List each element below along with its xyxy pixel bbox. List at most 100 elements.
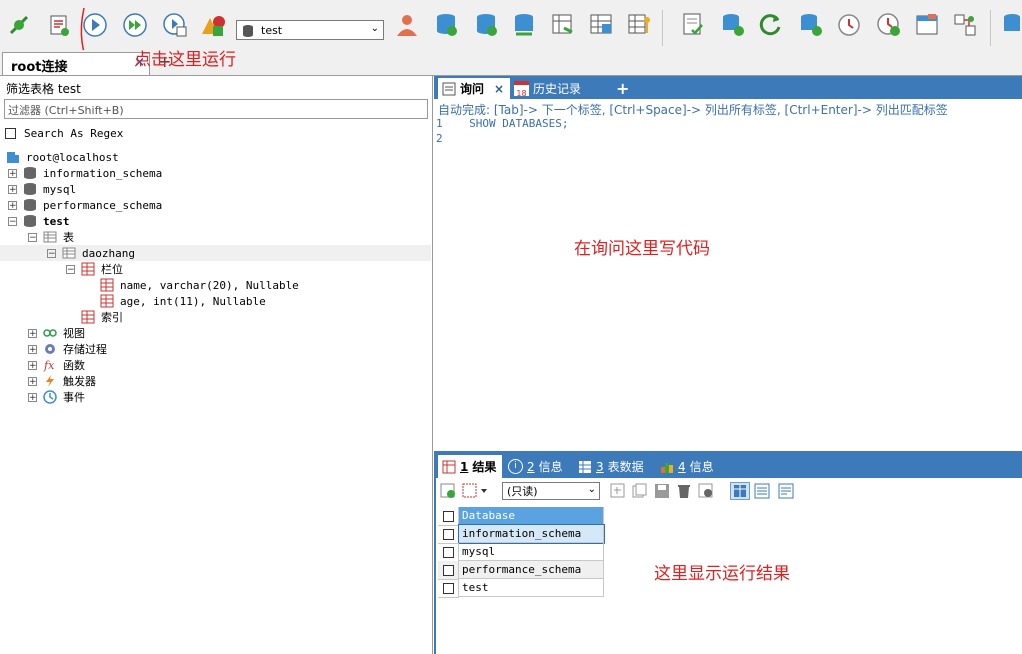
tree-columns[interactable]: − 栏位 xyxy=(66,261,123,277)
row-checkbox[interactable] xyxy=(438,561,459,580)
expand-icon[interactable]: + xyxy=(28,360,37,370)
close-icon[interactable]: × xyxy=(494,82,504,96)
table-cell[interactable]: mysql xyxy=(459,543,604,561)
tree-views[interactable]: + 视图 xyxy=(28,325,85,341)
result-grid: Database information_schema mysql perfor… xyxy=(438,507,605,598)
row-checkbox[interactable] xyxy=(438,525,459,544)
expand-icon[interactable]: + xyxy=(8,200,17,210)
expand-icon[interactable]: + xyxy=(28,344,37,354)
tab-messages[interactable]: i 2 信息 xyxy=(508,455,563,478)
tree-tables[interactable]: − 表 xyxy=(28,229,74,245)
connection-tab[interactable]: root连接 × xyxy=(2,52,150,75)
database-selector-value: test xyxy=(261,23,283,37)
tab-query-label: 询问 xyxy=(460,82,485,96)
scheduler-icon[interactable] xyxy=(834,10,864,40)
diff-icon[interactable] xyxy=(950,10,980,40)
autocomplete-hint: 自动完成: [Tab]-> 下一个标签, [Ctrl+Space]-> 列出所有… xyxy=(438,103,948,117)
tree-functions[interactable]: + fx 函数 xyxy=(28,357,85,373)
expand-icon[interactable]: + xyxy=(8,184,17,194)
database-selector[interactable]: test ⌄ xyxy=(236,20,384,40)
collapse-icon[interactable]: − xyxy=(28,232,37,242)
collapse-icon[interactable]: − xyxy=(47,248,56,258)
table-designer-icon[interactable] xyxy=(586,10,616,40)
query-panel: 询问 × 18 历史记录 + 自动完成: [Tab]-> 下一个标签, [Ctr… xyxy=(434,76,1022,450)
filter-input[interactable]: 过滤器 (Ctrl+Shift+B) xyxy=(4,99,428,119)
readonly-select[interactable]: (只读) ⌄ xyxy=(502,482,600,500)
tab-history[interactable]: 18 历史记录 xyxy=(514,78,581,99)
row-checkbox[interactable] xyxy=(438,579,459,598)
user-manager-icon[interactable] xyxy=(392,10,422,40)
db-more-icon[interactable] xyxy=(996,10,1022,40)
shapes-icon[interactable] xyxy=(198,10,228,40)
refresh-icon[interactable] xyxy=(756,10,786,40)
scheduled-run-icon[interactable] xyxy=(874,10,904,40)
form-view-icon[interactable] xyxy=(754,483,770,499)
tree-db-information_schema[interactable]: + information_schema xyxy=(8,165,162,181)
tree-events[interactable]: + 事件 xyxy=(28,389,85,405)
tab-table-data[interactable]: 3 表数据 xyxy=(578,455,644,478)
table-row[interactable]: mysql xyxy=(438,543,604,562)
save-icon[interactable] xyxy=(654,483,670,499)
duplicate-row-icon[interactable] xyxy=(632,483,648,499)
table-key-icon[interactable] xyxy=(624,10,654,40)
tree-table-label: daozhang xyxy=(82,246,135,260)
collapse-icon[interactable]: − xyxy=(8,216,17,226)
expand-icon[interactable]: + xyxy=(28,328,37,338)
row-options-icon[interactable] xyxy=(462,483,490,499)
tree-indexes[interactable]: 索引 xyxy=(81,309,123,325)
tab-query[interactable]: 询问 × xyxy=(438,78,510,99)
select-all-checkbox[interactable] xyxy=(438,507,459,526)
grid-view-button[interactable] xyxy=(730,482,750,500)
db-sync-icon[interactable] xyxy=(510,10,540,40)
cancel-edit-icon[interactable] xyxy=(698,483,714,499)
expand-icon[interactable]: + xyxy=(8,168,17,178)
tab-info[interactable]: 4 信息 xyxy=(660,455,714,478)
row-checkbox[interactable] xyxy=(438,543,459,562)
db-backup-icon[interactable] xyxy=(796,10,826,40)
db-import-icon[interactable] xyxy=(432,10,462,40)
regex-checkbox[interactable] xyxy=(5,128,16,139)
tree-db-performance_schema[interactable]: + performance_schema xyxy=(8,197,162,213)
table-row[interactable]: information_schema xyxy=(438,524,605,544)
column-icon xyxy=(100,278,114,292)
schema-sync-icon[interactable] xyxy=(548,10,578,40)
db-export-icon[interactable] xyxy=(472,10,502,40)
execute-all-icon[interactable] xyxy=(120,10,150,40)
check-doc-icon[interactable] xyxy=(678,10,708,40)
readonly-select-value: (只读) xyxy=(507,485,538,498)
sql-editor[interactable]: 自动完成: [Tab]-> 下一个标签, [Ctrl+Space]-> 列出所有… xyxy=(434,99,1022,450)
query-icon xyxy=(442,82,456,95)
window-icon[interactable] xyxy=(912,10,942,40)
tree-triggers[interactable]: + 触发器 xyxy=(28,373,96,389)
tree-table-daozhang[interactable]: − daozhang xyxy=(0,245,431,261)
view-icon xyxy=(43,329,57,337)
table-cell[interactable]: performance_schema xyxy=(459,561,604,579)
tree-procedures[interactable]: + 存储过程 xyxy=(28,341,107,357)
connect-icon[interactable] xyxy=(4,10,34,40)
table-row[interactable]: performance_schema xyxy=(438,561,604,580)
add-row-icon[interactable] xyxy=(440,483,456,499)
add-query-tab-button[interactable]: + xyxy=(616,78,629,99)
table-cell[interactable]: test xyxy=(459,579,604,597)
tree-column[interactable]: name, varchar(20), Nullable xyxy=(100,277,299,293)
tab-num: 3 xyxy=(596,459,604,474)
regex-option[interactable]: Search As Regex xyxy=(5,127,123,140)
expand-icon[interactable]: + xyxy=(28,392,37,402)
tree-db-mysql[interactable]: + mysql xyxy=(8,181,76,197)
db-refresh-icon[interactable] xyxy=(718,10,748,40)
table-row[interactable]: test xyxy=(438,579,604,598)
table-cell[interactable]: information_schema xyxy=(458,524,605,544)
expand-icon[interactable]: + xyxy=(28,376,37,386)
tree-root[interactable]: root@localhost xyxy=(6,149,119,165)
execute-edit-icon[interactable] xyxy=(160,10,190,40)
insert-row-icon[interactable] xyxy=(610,483,626,499)
text-view-icon[interactable] xyxy=(778,483,794,499)
database-icon xyxy=(24,199,36,211)
columns-icon xyxy=(81,262,95,276)
delete-icon[interactable] xyxy=(676,483,692,499)
column-header[interactable]: Database xyxy=(459,507,604,525)
collapse-icon[interactable]: − xyxy=(66,264,75,274)
tree-column[interactable]: age, int(11), Nullable xyxy=(100,293,266,309)
tree-db-test[interactable]: − test xyxy=(8,213,70,229)
tab-results[interactable]: 1 结果 xyxy=(438,455,502,478)
